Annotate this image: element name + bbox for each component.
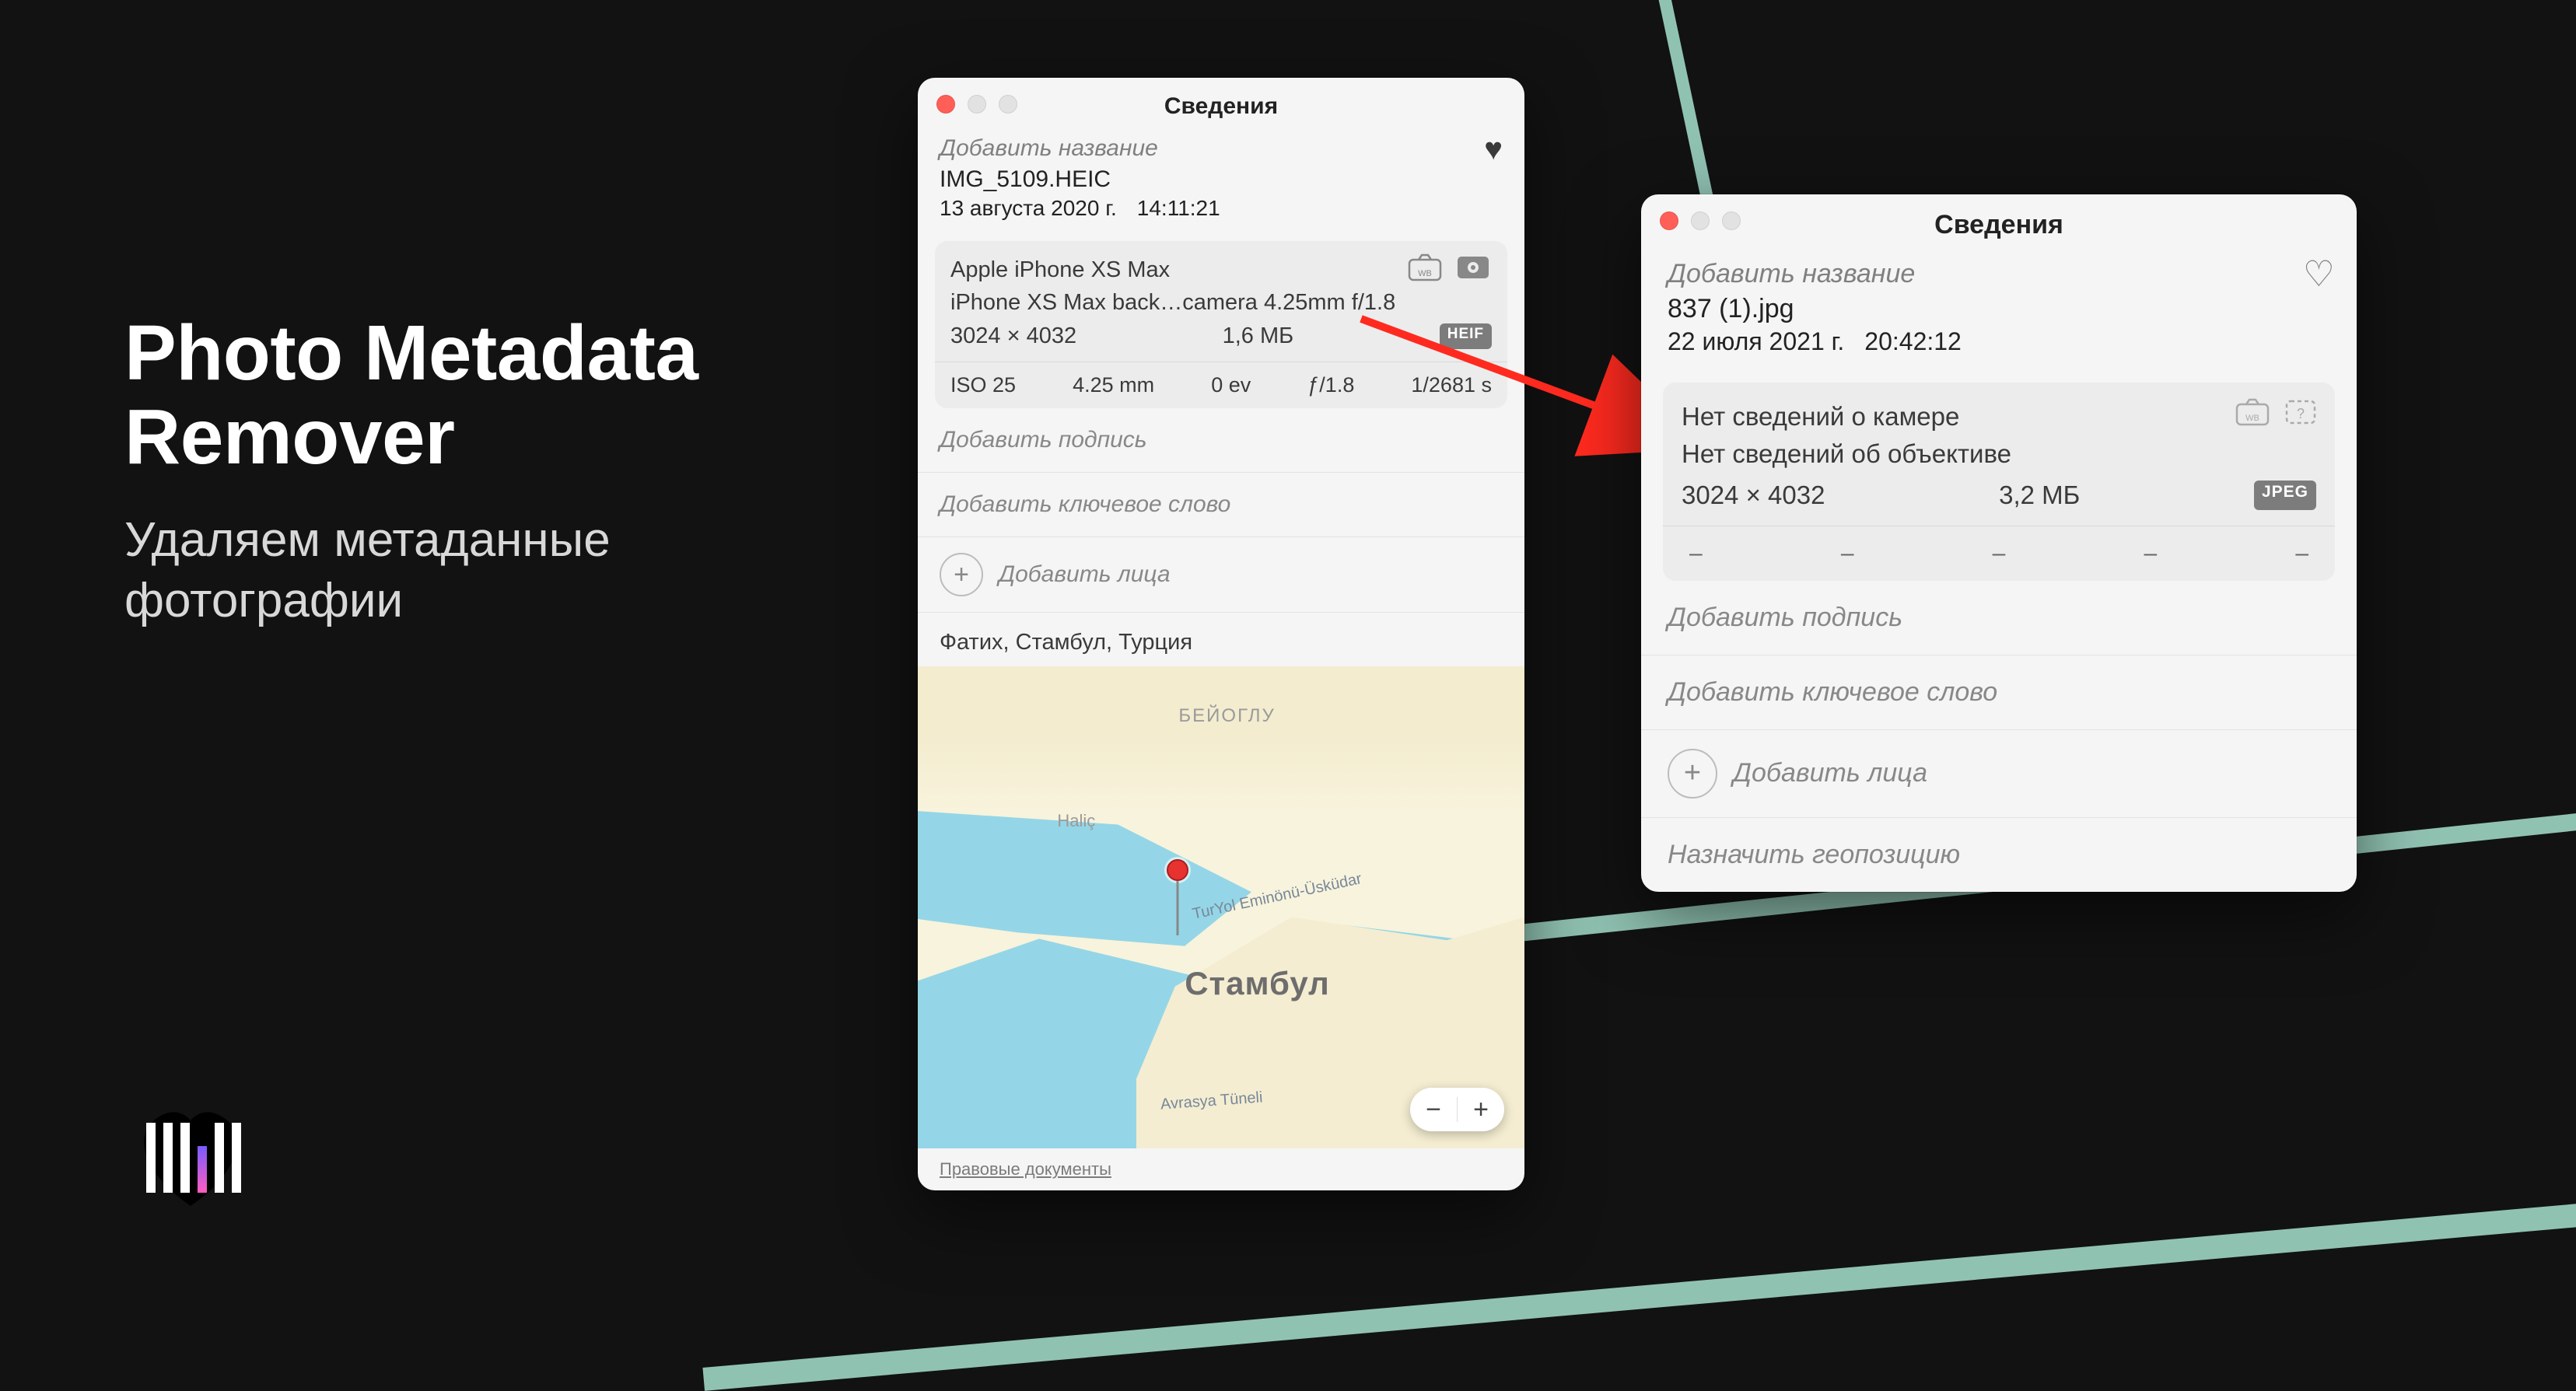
svg-text:WB: WB [2245,414,2259,423]
exif-iso: ISO 25 [950,373,1016,397]
add-caption-input[interactable]: Добавить подпись [918,408,1524,473]
map-water-label: Haliç [1057,811,1095,831]
exif-shutter: 1/2681 s [1411,373,1492,397]
close-button[interactable] [936,95,955,114]
no-camera-label: Нет сведений о камере [1682,398,2316,435]
exif-dash: – [2144,540,2157,567]
map-city-label: Стамбул [1185,965,1330,1002]
brand-logo [132,1101,249,1210]
favorite-heart-icon[interactable]: ♡ [2303,253,2335,295]
camera-wb-icon: WB [2234,397,2271,428]
window-title: Сведения [1164,93,1278,119]
date-label: 13 августа 2020 г. [940,196,1117,221]
zoom-out-button[interactable]: − [1410,1088,1457,1131]
window-titlebar[interactable]: Сведения [1641,194,2357,251]
camera-wb-icon: WB [1406,252,1444,283]
filesize-label: 1,6 МБ [1076,323,1440,349]
window-titlebar[interactable]: Сведения [918,78,1524,131]
metadata-card: WB Apple iPhone XS Max iPhone XS Max bac… [935,241,1507,408]
add-faces-label: Добавить лица [999,561,1171,588]
location-text[interactable]: Фатих, Стамбул, Турция [918,613,1524,666]
plus-icon[interactable]: + [1668,749,1717,799]
format-badge: JPEG [2254,481,2316,510]
minimize-button[interactable] [1691,211,1710,230]
favorite-heart-icon[interactable]: ♥ [1484,132,1503,167]
exif-dash: – [1689,540,1703,567]
map-district-label: БЕЙОГЛУ [1178,705,1275,727]
exif-focal: 4.25 mm [1073,373,1154,397]
close-button[interactable] [1660,211,1678,230]
add-faces-row[interactable]: + Добавить лица [918,537,1524,613]
date-label: 22 июля 2021 г. [1668,327,1844,356]
plus-icon[interactable]: + [940,553,983,596]
heading-title-line1: Photo Metadata [124,309,698,397]
maximize-button[interactable] [999,95,1017,114]
minimize-button[interactable] [968,95,986,114]
heading-subtitle-line1: Удаляем метаданные [124,513,611,567]
add-caption-input[interactable]: Добавить подпись [1641,581,2357,655]
maximize-button[interactable] [1722,211,1741,230]
no-lens-label: Нет сведений об объективе [1682,435,2316,473]
add-keyword-input[interactable]: Добавить ключевое слово [918,473,1524,537]
add-title-input[interactable]: Добавить название [940,135,1503,162]
exif-row: ISO 25 4.25 mm 0 ev ƒ/1.8 1/2681 s [935,362,1507,408]
exif-row-empty: – – – – – [1663,526,2335,581]
exif-dash: – [2295,540,2308,567]
exif-dash: – [1841,540,1854,567]
svg-text:?: ? [2297,406,2305,421]
exif-dash: – [1993,540,2006,567]
zoom-in-button[interactable]: + [1458,1088,1504,1131]
filename-label: IMG_5109.HEIC [940,166,1503,193]
legal-link[interactable]: Правовые документы [918,1148,1524,1190]
exif-ev: 0 ev [1211,373,1251,397]
info-window-after: Сведения Добавить название ♡ 837 (1).jpg… [1641,194,2357,892]
time-label: 20:42:12 [1864,327,1962,356]
exif-aperture: ƒ/1.8 [1307,373,1354,397]
background-accent [702,1198,2576,1391]
add-faces-label: Добавить лица [1733,758,1927,788]
map-pin-icon[interactable] [1167,859,1188,881]
filename-label: 837 (1).jpg [1668,294,2330,324]
location-map[interactable]: БЕЙОГЛУ Haliç TurYol Eminönü-Üsküdar Ста… [918,666,1524,1148]
svg-text:WB: WB [1418,269,1432,278]
add-keyword-input[interactable]: Добавить ключевое слово [1641,655,2357,730]
assign-geoposition-input[interactable]: Назначить геопозицию [1641,818,2357,892]
heading-title-line2: Remover [124,393,454,481]
add-title-input[interactable]: Добавить название [1668,259,2330,289]
metering-icon [1454,252,1492,283]
info-window-before: Сведения Добавить название ♥ IMG_5109.HE… [918,78,1524,1190]
filesize-label: 3,2 МБ [1825,481,2254,510]
heading-subtitle-line2: фотографии [124,574,403,627]
map-zoom-control: − + [1410,1088,1504,1131]
add-faces-row[interactable]: + Добавить лица [1641,730,2357,818]
page-heading: Photo Metadata Remover Удаляем метаданны… [124,311,698,631]
time-label: 14:11:21 [1137,196,1220,221]
dimensions-label: 3024 × 4032 [1682,481,1825,510]
window-title: Сведения [1934,210,2063,239]
dimensions-label: 3024 × 4032 [950,323,1076,349]
format-badge: HEIF [1440,323,1492,349]
lens-info: iPhone XS Max back…camera 4.25mm f/1.8 [950,286,1492,319]
unknown-format-icon: ? [2282,397,2319,428]
metadata-card: WB ? Нет сведений о камере Нет сведений … [1663,383,2335,581]
